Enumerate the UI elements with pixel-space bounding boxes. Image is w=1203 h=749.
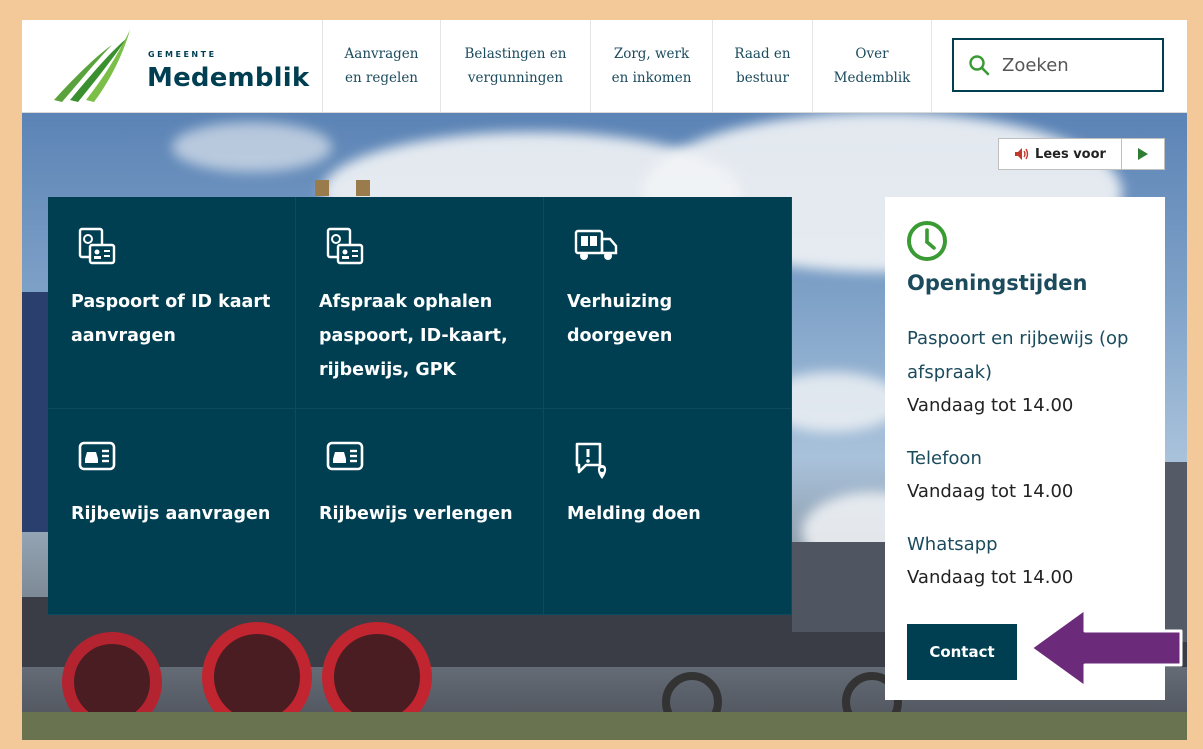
nav-label-line2: Medemblik — [833, 70, 911, 86]
nav-item-aanvragen[interactable]: Aanvragen en regelen — [322, 20, 440, 112]
search-icon — [969, 55, 990, 76]
tile-label: Afspraak ophalen paspoort, ID-kaart, rij… — [319, 285, 529, 387]
site-header: GEMEENTE Medemblik Aanvragen en regelen B… — [22, 20, 1187, 113]
tile-label-line: paspoort, ID-kaart, — [319, 326, 508, 346]
nav-label-line1: Raad en — [734, 46, 791, 62]
main-navigation: Aanvragen en regelen Belastingen en vergun… — [322, 20, 932, 112]
tile-label: Rijbewijs verlengen — [319, 497, 529, 531]
tile-label-line: Melding doen — [567, 504, 701, 524]
opening-item-value: Vandaag tot 14.00 — [907, 567, 1074, 588]
nav-label-line1: Belastingen en — [464, 46, 567, 62]
play-icon — [1138, 148, 1148, 160]
tile-label-line: Verhuizing — [567, 292, 673, 312]
tile-label: Rijbewijs aanvragen — [71, 497, 281, 531]
report-location-icon — [575, 442, 607, 479]
opening-item-title[interactable]: Telefoon — [907, 442, 1147, 476]
tile-label-line: Rijbewijs verlengen — [319, 504, 513, 524]
tile-label: Paspoort of ID kaart aanvragen — [71, 285, 281, 353]
opening-item-line: afspraak) — [907, 362, 993, 383]
nav-item-belastingen[interactable]: Belastingen en vergunningen — [440, 20, 590, 112]
tile-label-line: aanvragen — [71, 326, 176, 346]
nav-item-over[interactable]: Over Medemblik — [812, 20, 932, 112]
tile-rijbewijs-aanvragen[interactable]: Rijbewijs aanvragen — [48, 409, 296, 615]
nav-label-line2: bestuur — [736, 70, 789, 86]
nav-label-line2: en regelen — [344, 70, 419, 86]
opening-hours-title: Openingstijden — [907, 271, 1088, 295]
moving-truck-icon — [574, 229, 618, 260]
opening-item-title[interactable]: Whatsapp — [907, 528, 1147, 562]
annotation-arrow-icon — [1029, 607, 1183, 689]
tile-label-line: Afspraak ophalen — [319, 292, 493, 312]
nav-label-line2: vergunningen — [467, 70, 564, 86]
contact-button[interactable]: Contact — [907, 624, 1017, 680]
read-aloud-label: Lees voor — [1035, 146, 1106, 162]
tile-label-line: Paspoort of ID kaart — [71, 292, 271, 312]
nav-label-line2: en inkomen — [611, 70, 692, 86]
logo-subtitle: GEMEENTE — [148, 50, 217, 59]
tile-verhuizing-doorgeven[interactable]: Verhuizing doorgeven — [544, 197, 792, 409]
search-box[interactable] — [952, 38, 1164, 92]
tile-paspoort-id-aanvragen[interactable]: Paspoort of ID kaart aanvragen — [48, 197, 296, 409]
play-button[interactable] — [1122, 139, 1164, 169]
nav-label-line1: Aanvragen — [344, 46, 419, 62]
tile-melding-doen[interactable]: Melding doen — [544, 409, 792, 615]
tile-afspraak-ophalen[interactable]: Afspraak ophalen paspoort, ID-kaart, rij… — [296, 197, 544, 409]
nav-label-line1: Over — [855, 46, 889, 62]
drivers-license-icon — [326, 441, 364, 471]
quick-links-grid: Paspoort of ID kaart aanvragen Afspraak … — [48, 197, 792, 615]
page-frame: GEMEENTE Medemblik Aanvragen en regelen B… — [22, 20, 1187, 740]
read-aloud-widget[interactable]: Lees voor — [998, 138, 1165, 170]
id-card-document-icon — [326, 227, 364, 265]
tile-rijbewijs-verlengen[interactable]: Rijbewijs verlengen — [296, 409, 544, 615]
nav-label-line1: Zorg, werk — [613, 46, 690, 62]
opening-item-line: Whatsapp — [907, 534, 998, 555]
search-input[interactable] — [1000, 53, 1154, 77]
clock-icon — [907, 221, 947, 261]
drivers-license-icon — [78, 441, 116, 471]
tile-label: Verhuizing doorgeven — [567, 285, 777, 353]
opening-item-line: Paspoort en rijbewijs (op — [907, 328, 1129, 349]
nav-item-raad[interactable]: Raad en bestuur — [712, 20, 812, 112]
tile-label: Melding doen — [567, 497, 777, 531]
tile-label-line: doorgeven — [567, 326, 673, 346]
opening-item-value: Vandaag tot 14.00 — [907, 481, 1074, 502]
opening-item-title[interactable]: Paspoort en rijbewijs (op afspraak) — [907, 322, 1147, 390]
gemeente-medemblik-logo[interactable]: GEMEENTE Medemblik — [52, 30, 309, 102]
opening-item-value: Vandaag tot 14.00 — [907, 395, 1074, 416]
speaker-icon — [1015, 148, 1029, 160]
nav-item-zorg[interactable]: Zorg, werk en inkomen — [590, 20, 712, 112]
id-card-document-icon — [78, 227, 116, 265]
opening-item-line: Telefoon — [907, 448, 982, 469]
tile-label-line: Rijbewijs aanvragen — [71, 504, 271, 524]
logo-leaves-icon — [54, 30, 130, 102]
logo-title: Medemblik — [147, 63, 310, 93]
tile-label-line: rijbewijs, GPK — [319, 360, 457, 380]
read-aloud-button[interactable]: Lees voor — [999, 139, 1122, 169]
